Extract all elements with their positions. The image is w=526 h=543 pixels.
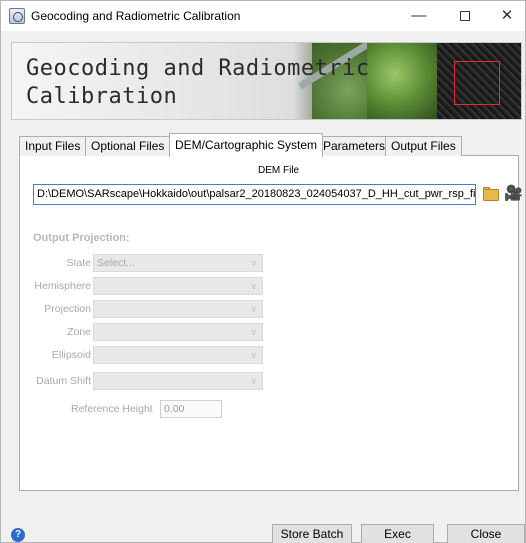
binoculars-icon: 🎥 bbox=[504, 185, 523, 202]
chevron-down-icon: ∨ bbox=[250, 304, 257, 314]
reference-height-input[interactable]: 0.00 bbox=[160, 400, 222, 418]
tab-input-files[interactable]: Input Files bbox=[19, 136, 87, 156]
close-button[interactable]: Close bbox=[447, 524, 525, 543]
chevron-down-icon: ∨ bbox=[250, 350, 257, 360]
exec-button[interactable]: Exec bbox=[361, 524, 434, 543]
dem-file-input[interactable]: D:\DEMO\SARscape\Hokkaido\out\palsar2_20… bbox=[33, 184, 476, 205]
dialog-window: Geocoding and Radiometric Calibration — … bbox=[0, 0, 526, 543]
state-select-value: Select... bbox=[97, 257, 135, 269]
zone-label: Zone bbox=[67, 326, 91, 338]
help-icon[interactable]: ? bbox=[11, 528, 25, 542]
zone-select[interactable]: ∨ bbox=[93, 323, 263, 341]
chevron-down-icon: ∨ bbox=[250, 376, 257, 386]
title-bar: Geocoding and Radiometric Calibration — … bbox=[1, 1, 525, 31]
banner-title: Geocoding and Radiometric Calibration bbox=[26, 55, 370, 111]
banner-title-line1: Geocoding and Radiometric bbox=[26, 56, 370, 81]
dem-file-label: DEM File bbox=[258, 165, 300, 176]
store-batch-button[interactable]: Store Batch bbox=[272, 524, 352, 543]
hemisphere-select[interactable]: ∨ bbox=[93, 277, 263, 295]
close-window-button[interactable]: ✕ bbox=[485, 1, 526, 31]
projection-select[interactable]: ∨ bbox=[93, 300, 263, 318]
output-projection-title: Output Projection: bbox=[33, 232, 130, 244]
datum-shift-select[interactable]: ∨ bbox=[93, 372, 263, 390]
open-folder-button[interactable] bbox=[481, 184, 501, 205]
state-label: State bbox=[66, 257, 91, 269]
banner-title-line2: Calibration bbox=[26, 84, 178, 109]
datum-shift-label: Datum Shift bbox=[36, 375, 91, 387]
banner-highlight-box bbox=[454, 61, 500, 105]
tab-optional-files[interactable]: Optional Files bbox=[85, 136, 171, 156]
tab-dem-cartographic-system[interactable]: DEM/Cartographic System bbox=[169, 133, 324, 157]
browse-button[interactable]: 🎥 bbox=[504, 184, 523, 205]
ellipsoid-select[interactable]: ∨ bbox=[93, 346, 263, 364]
header-banner: Geocoding and Radiometric Calibration bbox=[11, 42, 522, 120]
maximize-button[interactable] bbox=[443, 1, 487, 31]
maximize-icon bbox=[460, 11, 470, 22]
projection-label: Projection bbox=[44, 303, 91, 315]
tab-output-files[interactable]: Output Files bbox=[385, 136, 462, 156]
app-icon bbox=[9, 8, 25, 24]
chevron-down-icon: ∨ bbox=[250, 258, 257, 268]
ellipsoid-label: Ellipsoid bbox=[51, 349, 91, 361]
tab-parameters[interactable]: Parameters bbox=[317, 136, 392, 156]
minimize-button[interactable]: — bbox=[397, 1, 441, 31]
banner-forest-image bbox=[367, 43, 437, 119]
chevron-down-icon: ∨ bbox=[250, 281, 257, 291]
chevron-down-icon: ∨ bbox=[250, 327, 257, 337]
state-select[interactable]: Select... ∨ bbox=[93, 254, 263, 272]
reference-height-label: Reference Height bbox=[71, 403, 153, 415]
window-title: Geocoding and Radiometric Calibration bbox=[31, 9, 241, 23]
hemisphere-label: Hemisphere bbox=[34, 280, 91, 292]
